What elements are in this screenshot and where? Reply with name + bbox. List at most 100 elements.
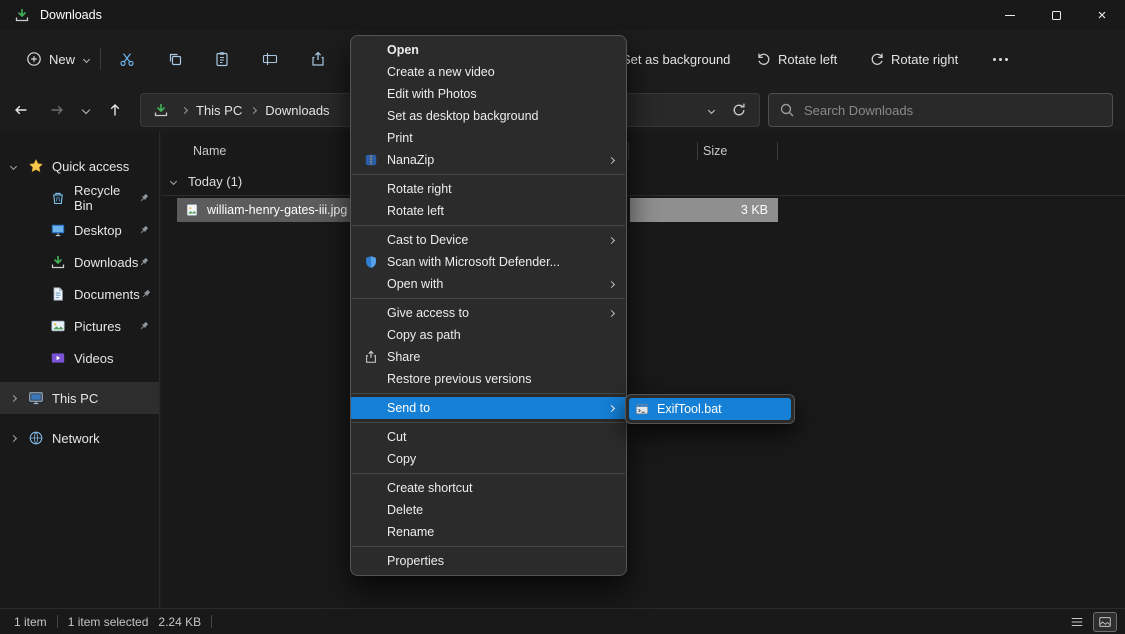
menu-item-open[interactable]: Open: [351, 39, 626, 61]
group-label: Today (1): [188, 174, 242, 189]
send-to-submenu: ExifTool.bat: [625, 394, 795, 424]
paste-button[interactable]: [204, 43, 240, 75]
menu-item-copy-as-path[interactable]: Copy as path: [351, 324, 626, 346]
network-icon: [28, 430, 44, 446]
submenu-item-label: ExifTool.bat: [657, 402, 722, 416]
sidebar-item-downloads[interactable]: Downloads: [0, 246, 159, 278]
sidebar-spacer: [0, 414, 159, 422]
column-header-name[interactable]: Name: [193, 144, 226, 158]
menu-item-set-as-desktop-background[interactable]: Set as desktop background: [351, 105, 626, 127]
share-button[interactable]: [300, 43, 336, 75]
back-button[interactable]: [7, 95, 35, 125]
rotate-left-button[interactable]: Rotate left: [752, 43, 841, 75]
menu-item-open-with[interactable]: Open with: [351, 273, 626, 295]
status-divider: [57, 615, 58, 628]
window-title: Downloads: [40, 8, 102, 22]
menu-item-scan-with-microsoft-defender[interactable]: Scan with Microsoft Defender...: [351, 251, 626, 273]
chevron-down-icon: [707, 106, 714, 113]
sidebar-item-videos[interactable]: Videos: [0, 342, 159, 374]
sidebar-item-pictures[interactable]: Pictures: [0, 310, 159, 342]
menu-item-cast-to-device[interactable]: Cast to Device: [351, 229, 626, 251]
column-divider[interactable]: [777, 142, 778, 160]
menu-item-label: Properties: [387, 554, 444, 568]
menu-item-create-shortcut[interactable]: Create shortcut: [351, 477, 626, 499]
recent-locations-button[interactable]: [75, 95, 97, 125]
chevron-right-icon: [10, 434, 17, 441]
menu-item-label: Share: [387, 350, 420, 364]
submenu-item-exiftool[interactable]: ExifTool.bat: [629, 398, 791, 420]
menu-item-give-access-to[interactable]: Give access to: [351, 302, 626, 324]
item-count: 1 item: [14, 615, 47, 629]
back-icon: [13, 102, 29, 118]
search-icon: [779, 102, 795, 118]
search-input[interactable]: [804, 103, 1102, 118]
more-options-button[interactable]: [982, 43, 1018, 75]
chevron-right-icon: [181, 106, 188, 113]
sidebar-item-quick-access[interactable]: Quick access: [0, 150, 159, 182]
breadcrumb-this-pc[interactable]: This PC: [196, 103, 242, 118]
rename-button[interactable]: [252, 43, 288, 75]
address-dropdown-button[interactable]: [697, 96, 725, 124]
column-header-size[interactable]: Size: [703, 144, 727, 158]
menu-item-create-a-new-video[interactable]: Create a new video: [351, 61, 626, 83]
sidebar-item-this-pc[interactable]: This PC: [0, 382, 159, 414]
menu-item-rotate-right[interactable]: Rotate right: [351, 178, 626, 200]
menu-item-nanazip[interactable]: NanaZip: [351, 149, 626, 171]
sidebar-item-recycle-bin[interactable]: Recycle Bin: [0, 182, 159, 214]
sidebar-spacer: [0, 374, 159, 382]
more-options-icon: [993, 58, 1008, 61]
menu-item-rename[interactable]: Rename: [351, 521, 626, 543]
minimize-button[interactable]: [987, 0, 1033, 30]
chevron-down-icon: [170, 178, 177, 185]
rotate-right-button[interactable]: Rotate right: [865, 43, 962, 75]
selection-size: 2.24 KB: [158, 615, 201, 629]
cut-button[interactable]: [109, 43, 145, 75]
menu-item-label: Cut: [387, 430, 406, 444]
sidebar-item-documents[interactable]: Documents: [0, 278, 159, 310]
menu-item-send-to[interactable]: Send to: [351, 397, 626, 419]
copy-button[interactable]: [157, 43, 193, 75]
column-divider[interactable]: [697, 142, 698, 160]
group-header-today[interactable]: Today (1): [161, 168, 1125, 196]
pin-icon: [138, 256, 150, 268]
maximize-button[interactable]: [1033, 0, 1079, 30]
menu-item-edit-with-photos[interactable]: Edit with Photos: [351, 83, 626, 105]
menu-item-rotate-left[interactable]: Rotate left: [351, 200, 626, 222]
videos-icon: [50, 350, 66, 366]
file-row[interactable]: william-henry-gates-iii.jpg 3 KB: [161, 198, 1125, 222]
view-toggles: [1065, 612, 1117, 632]
menu-item-share[interactable]: Share: [351, 346, 626, 368]
file-size-cell: 3 KB: [630, 198, 778, 222]
menu-item-properties[interactable]: Properties: [351, 550, 626, 572]
forward-button[interactable]: [43, 95, 71, 125]
sidebar-item-desktop[interactable]: Desktop: [0, 214, 159, 246]
menu-item-label: Rotate left: [387, 204, 444, 218]
rotate-right-icon: [869, 51, 885, 67]
menu-item-delete[interactable]: Delete: [351, 499, 626, 521]
menu-item-label: Open: [387, 43, 419, 57]
chevron-down-icon: [10, 162, 17, 169]
menu-item-restore-previous-versions[interactable]: Restore previous versions: [351, 368, 626, 390]
details-view-icon: [1070, 615, 1084, 629]
menu-item-print[interactable]: Print: [351, 127, 626, 149]
sidebar-item-network[interactable]: Network: [0, 422, 159, 454]
menu-item-label: Copy: [387, 452, 416, 466]
close-icon: ×: [1098, 8, 1107, 23]
menu-item-copy[interactable]: Copy: [351, 448, 626, 470]
cut-icon: [119, 51, 135, 67]
exiftool-app-icon: [635, 402, 649, 416]
details-view-button[interactable]: [1065, 612, 1089, 632]
thumbnails-view-button[interactable]: [1093, 612, 1117, 632]
search-box[interactable]: [768, 93, 1113, 127]
submenu-arrow-icon: [608, 236, 615, 243]
refresh-button[interactable]: [725, 96, 753, 124]
sidebar-item-label: Network: [52, 431, 100, 446]
up-button[interactable]: [101, 95, 129, 125]
new-button[interactable]: New: [16, 42, 99, 76]
column-divider[interactable]: [628, 142, 629, 160]
star-icon: [28, 158, 44, 174]
close-button[interactable]: ×: [1079, 0, 1125, 30]
menu-item-label: Create shortcut: [387, 481, 472, 495]
breadcrumb-downloads[interactable]: Downloads: [265, 103, 329, 118]
menu-item-cut[interactable]: Cut: [351, 426, 626, 448]
